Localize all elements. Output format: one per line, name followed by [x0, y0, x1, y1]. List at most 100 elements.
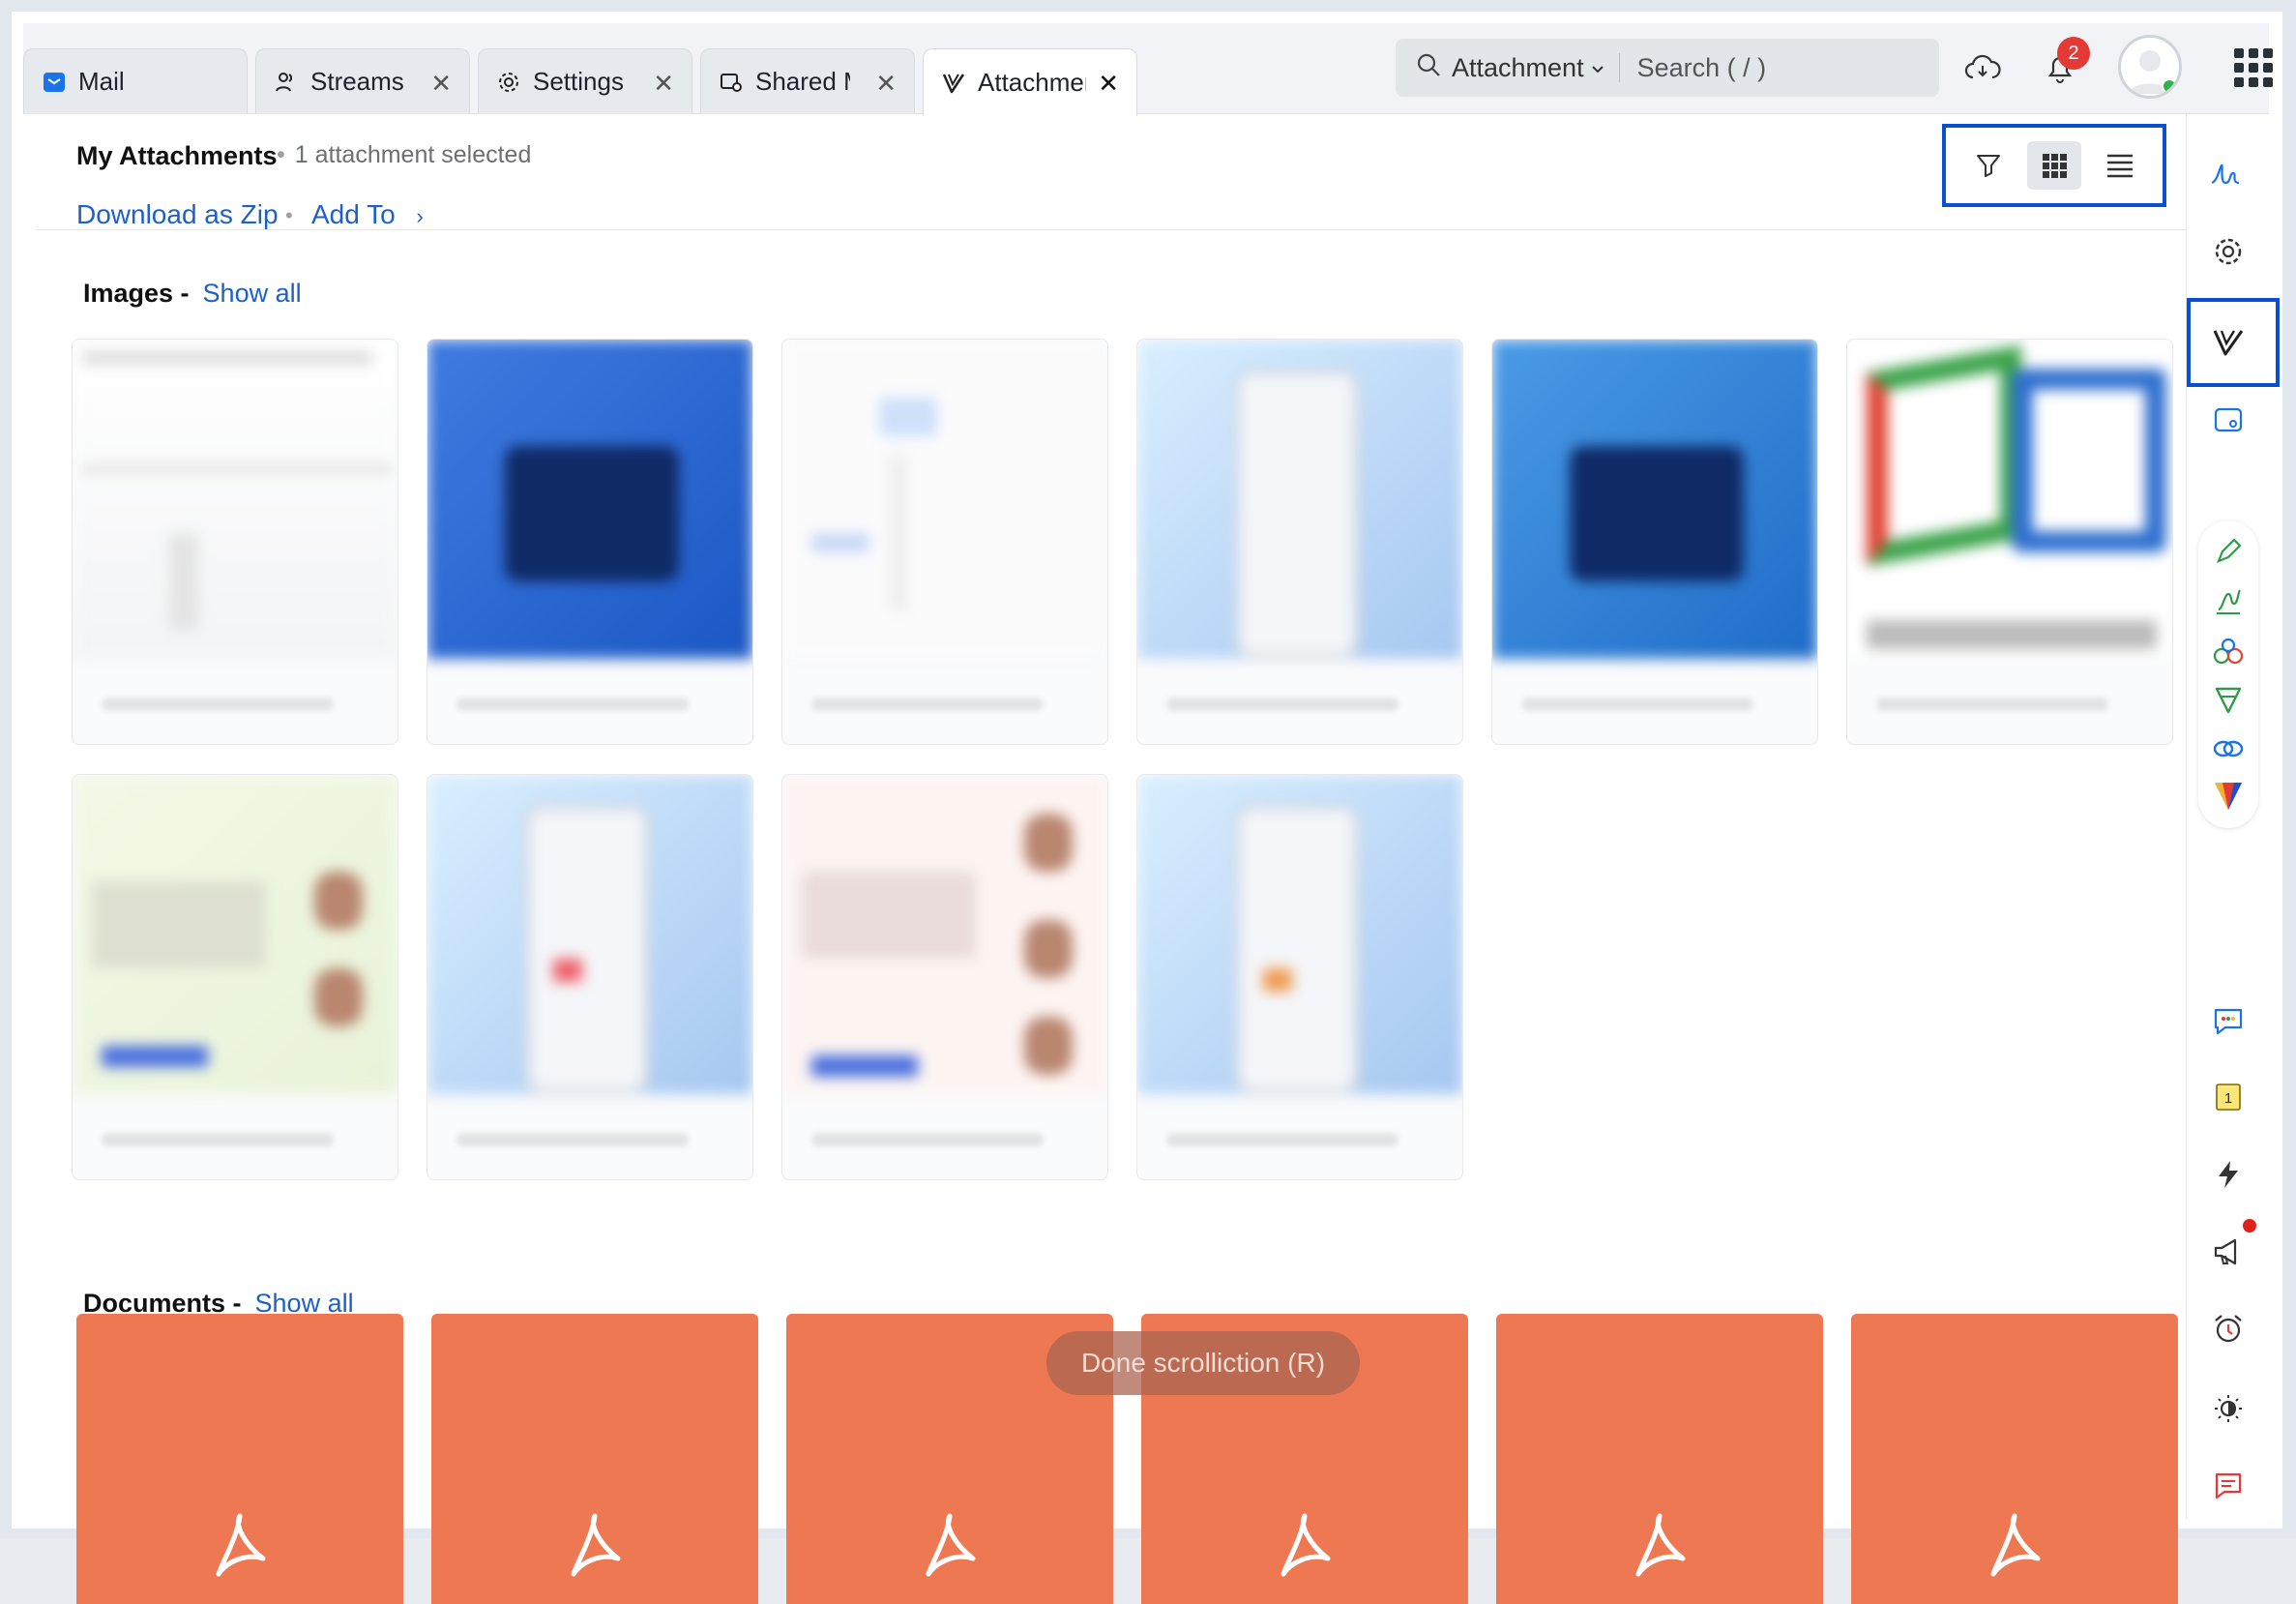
document-attachment-card[interactable]	[1851, 1314, 2178, 1604]
calendar-icon[interactable]	[2207, 399, 2250, 441]
image-thumbnail	[427, 340, 752, 659]
close-icon[interactable]: ✕	[653, 71, 674, 96]
pen-icon[interactable]	[2207, 530, 2250, 573]
alarm-icon[interactable]	[2207, 1308, 2250, 1351]
tab-shared-mailbox[interactable]: Shared M ✕	[700, 48, 915, 114]
search-input[interactable]: Search ( / )	[1637, 53, 1767, 83]
pdf-icon	[1276, 1512, 1334, 1585]
image-attachment-card[interactable]	[1491, 339, 1818, 745]
grid-icon	[2043, 154, 2067, 178]
images-show-all-link[interactable]: Show all	[203, 279, 302, 308]
window-inner: Mail Streams ✕ Settings ✕ Shared M ✕	[23, 23, 2280, 1604]
image-thumbnail	[1847, 340, 2172, 659]
flash-icon[interactable]	[2207, 1153, 2250, 1196]
vani-icon[interactable]	[2207, 774, 2250, 817]
close-icon[interactable]: ✕	[875, 71, 897, 96]
image-attachment-card[interactable]	[1136, 774, 1463, 1180]
search-scope-dropdown[interactable]: Attachment	[1452, 53, 1620, 82]
theme-icon[interactable]	[2207, 1387, 2250, 1430]
image-thumbnail	[1137, 775, 1462, 1094]
tab-label: Streams	[310, 67, 404, 96]
feedback-icon[interactable]	[2207, 1465, 2250, 1507]
cloud-sync-icon[interactable]	[1961, 46, 2004, 89]
image-attachment-card[interactable]	[72, 339, 398, 745]
file-name-placeholder	[1876, 698, 2108, 711]
tab-label: Shared M	[755, 67, 850, 96]
gear-icon[interactable]	[2207, 230, 2250, 273]
app-grid-icon[interactable]	[2234, 48, 2273, 87]
image-thumbnail	[1137, 340, 1462, 659]
image-attachment-card[interactable]	[427, 774, 753, 1180]
file-name-placeholder	[811, 698, 1044, 711]
filter-icon	[1977, 155, 2000, 177]
tab-label: Mail	[78, 67, 125, 96]
sign-icon[interactable]	[2207, 580, 2250, 623]
add-to-label: Add To	[311, 199, 396, 229]
tab-attachments[interactable]: Attachmer ✕	[923, 48, 1137, 116]
pdf-icon	[211, 1512, 269, 1585]
link-icon[interactable]	[2207, 728, 2250, 770]
image-attachment-card[interactable]	[781, 774, 1108, 1180]
selection-text: 1 attachment selected	[294, 141, 532, 168]
announcement-icon[interactable]	[2207, 1231, 2250, 1273]
image-thumbnail	[427, 775, 752, 1094]
announcement-unread-dot	[2243, 1219, 2256, 1233]
right-rail: 1	[2186, 114, 2280, 1519]
forms-icon[interactable]	[2207, 679, 2250, 722]
image-thumbnail	[782, 775, 1107, 1094]
streams-icon	[274, 70, 299, 95]
pdf-icon	[1631, 1512, 1689, 1585]
add-to-link[interactable]: Add To ›	[311, 199, 424, 230]
file-name-placeholder	[102, 698, 334, 711]
list-view-button[interactable]	[2093, 141, 2147, 190]
selection-status: • 1 attachment selected	[277, 141, 532, 168]
document-attachment-card[interactable]	[1496, 1314, 1823, 1604]
pdf-icon	[921, 1512, 979, 1585]
image-attachment-card[interactable]	[781, 339, 1108, 745]
image-attachment-card[interactable]	[1846, 339, 2173, 745]
image-thumbnail	[73, 340, 397, 659]
image-thumbnail	[1492, 340, 1817, 659]
file-name-placeholder	[811, 1133, 1044, 1146]
signature-icon[interactable]	[2207, 153, 2250, 195]
attachment-icon	[941, 71, 966, 96]
page-title: My Attachments	[76, 141, 278, 170]
tab-streams[interactable]: Streams ✕	[255, 48, 470, 114]
tab-label: Attachmer	[978, 68, 1086, 97]
image-attachment-card[interactable]	[1136, 339, 1463, 745]
tab-label: Settings	[533, 67, 624, 96]
close-icon[interactable]: ✕	[430, 71, 452, 96]
close-icon[interactable]: ✕	[1098, 71, 1119, 96]
download-zip-link[interactable]: Download as Zip	[76, 199, 279, 230]
document-attachment-card[interactable]	[431, 1314, 758, 1604]
image-attachment-card[interactable]	[427, 339, 753, 745]
avatar[interactable]	[2118, 35, 2182, 99]
notes-icon[interactable]: 1	[2207, 1076, 2250, 1118]
tab-settings[interactable]: Settings ✕	[478, 48, 692, 114]
pdf-icon	[1986, 1512, 2044, 1585]
view-toggle-group	[1942, 124, 2166, 207]
active-rail-highlight	[2187, 298, 2280, 387]
online-status-dot	[2162, 78, 2177, 94]
search-icon	[1415, 51, 1442, 85]
document-attachment-card[interactable]	[76, 1314, 403, 1604]
separator-dot: •	[285, 203, 293, 227]
file-name-placeholder	[1166, 1133, 1398, 1146]
tab-mail[interactable]: Mail	[23, 48, 248, 114]
file-name-placeholder	[1166, 698, 1398, 711]
notification-badge: 2	[2057, 37, 2090, 70]
image-attachment-card[interactable]	[72, 774, 398, 1180]
image-thumbnail	[782, 340, 1107, 659]
shared-icon	[719, 70, 744, 95]
images-section-header: Images - Show all	[83, 279, 302, 309]
filter-button[interactable]	[1961, 141, 2016, 190]
grid-view-button[interactable]	[2027, 141, 2081, 190]
search-bar[interactable]: Attachment Search ( / )	[1396, 39, 1939, 97]
app-window: Mail Streams ✕ Settings ✕ Shared M ✕	[0, 0, 2296, 1604]
list-icon	[2107, 154, 2133, 178]
attachments-panel: My Attachments • 1 attachment selected Do…	[35, 114, 2186, 1604]
file-name-placeholder	[102, 1133, 334, 1146]
chat-icon[interactable]	[2207, 998, 2250, 1041]
bookings-icon[interactable]	[2207, 631, 2250, 673]
image-thumbnail	[73, 775, 397, 1094]
